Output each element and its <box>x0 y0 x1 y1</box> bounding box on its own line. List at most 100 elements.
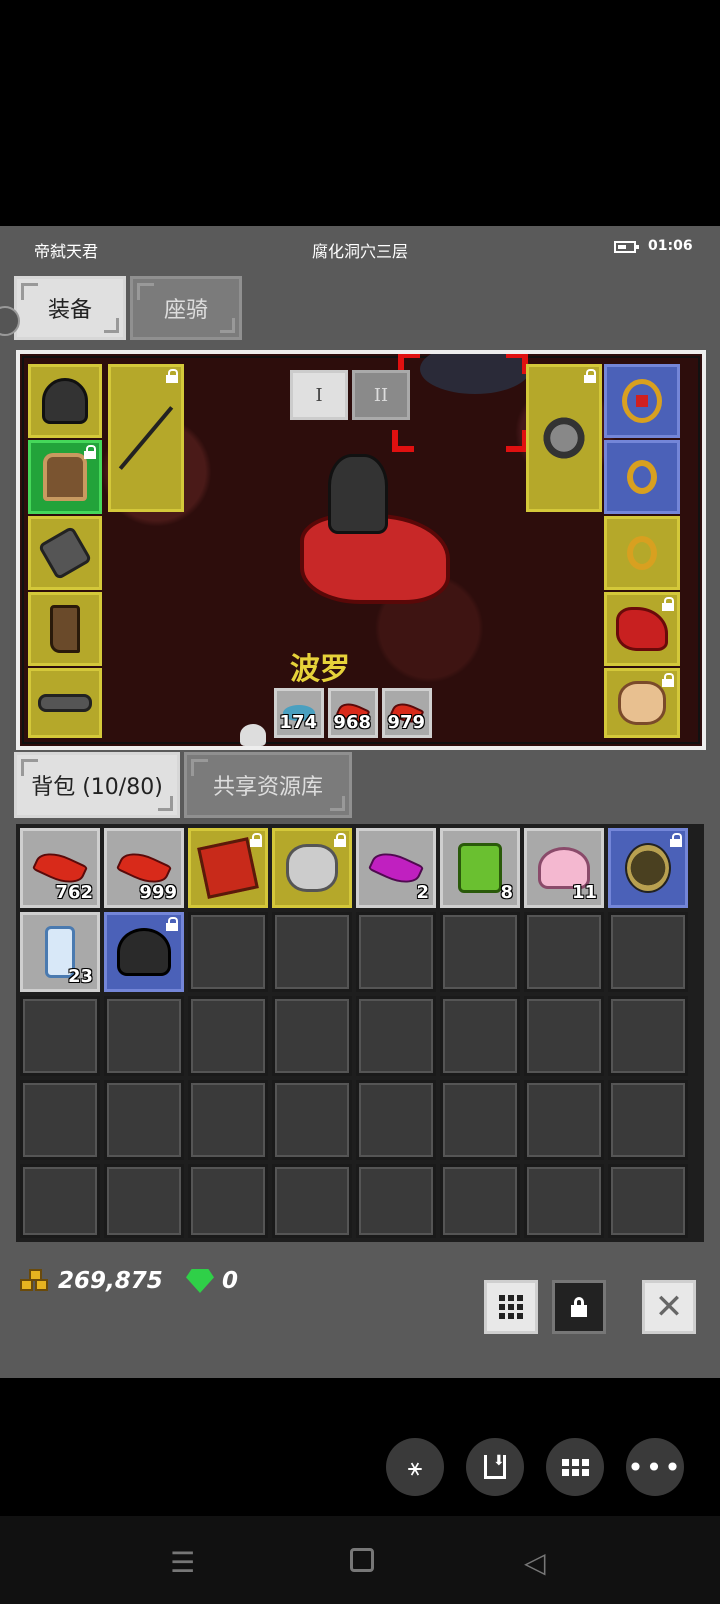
inventory-slot-empty[interactable] <box>356 996 436 1076</box>
quick-item-count: 174 <box>279 712 317 733</box>
dragon-mount-icon <box>616 607 668 651</box>
inventory-slot-empty[interactable] <box>440 912 520 992</box>
inventory-slot[interactable] <box>608 828 688 908</box>
character-name: 波罗 <box>290 652 350 687</box>
lock-icon <box>334 833 346 847</box>
tab-equipment[interactable]: 装备 <box>14 276 126 340</box>
equipment-page-2-button[interactable]: II <box>352 370 410 420</box>
inventory-slot-empty[interactable] <box>608 996 688 1076</box>
tab-mount[interactable]: 座骑 <box>130 276 242 340</box>
inventory-slot-empty[interactable] <box>104 1164 184 1238</box>
inventory-slot[interactable] <box>272 828 352 908</box>
ring-slot-1[interactable] <box>604 440 680 514</box>
inventory-slot-empty[interactable] <box>524 912 604 992</box>
inventory-slot[interactable]: 23 <box>20 912 100 992</box>
inventory-slot[interactable] <box>104 912 184 992</box>
boots-slot[interactable] <box>28 592 102 666</box>
inventory-slot[interactable]: 762 <box>20 828 100 908</box>
location-name: 腐化洞穴三层 <box>311 242 408 261</box>
inventory-grid: 762 999 2 8 11 23 <box>16 824 704 1242</box>
inventory-slot-empty[interactable] <box>20 996 100 1076</box>
battery-icon <box>614 241 639 253</box>
item-count: 11 <box>571 882 597 903</box>
quick-item-1[interactable]: 174 <box>274 688 324 738</box>
inventory-slot-empty[interactable] <box>20 1080 100 1160</box>
inventory-slot-empty[interactable] <box>524 1164 604 1238</box>
inventory-slot-empty[interactable] <box>272 996 352 1076</box>
cat-pet-icon <box>286 844 338 892</box>
offhand-slot[interactable] <box>526 364 602 512</box>
floating-grid-button[interactable] <box>546 1438 604 1496</box>
inventory-slot[interactable]: 2 <box>356 828 436 908</box>
lock-items-button[interactable] <box>552 1280 606 1334</box>
padlock-icon <box>571 1297 587 1317</box>
inventory-slot-empty[interactable] <box>524 996 604 1076</box>
inventory-slot-empty[interactable] <box>524 1080 604 1160</box>
inventory-slot-empty[interactable] <box>440 1164 520 1238</box>
inventory-slot[interactable]: 11 <box>524 828 604 908</box>
inventory-slot-empty[interactable] <box>356 1164 436 1238</box>
ring-slot-2[interactable] <box>604 516 680 590</box>
belt-slot[interactable] <box>28 668 102 738</box>
inventory-slot-empty[interactable] <box>20 1164 100 1238</box>
status-bar: 帝弑天君 腐化洞穴三层 01:06 <box>0 226 720 270</box>
inventory-slot-empty[interactable] <box>188 996 268 1076</box>
floating-spark-button[interactable]: ⚹ <box>386 1438 444 1496</box>
item-count: 999 <box>139 882 177 903</box>
item-count: 762 <box>55 882 93 903</box>
tab-shared-label: 共享资源库 <box>212 775 323 800</box>
green-gift-icon <box>458 843 502 893</box>
target-marker <box>506 430 528 452</box>
tab-backpack[interactable]: 背包 (10/80) <box>14 752 180 818</box>
more-dots-icon: ••• <box>627 1450 683 1484</box>
inventory-slot-empty[interactable] <box>188 1164 268 1238</box>
armor-slot[interactable] <box>28 440 102 514</box>
quick-item-count: 979 <box>387 712 425 733</box>
inventory-slot[interactable]: 8 <box>440 828 520 908</box>
inventory-slot-empty[interactable] <box>188 1080 268 1160</box>
mount-slot[interactable] <box>604 592 680 666</box>
inventory-slot-empty[interactable] <box>608 1080 688 1160</box>
inventory-slot-empty[interactable] <box>188 912 268 992</box>
equipment-page-1-button[interactable]: I <box>290 370 348 420</box>
inventory-slot-empty[interactable] <box>356 912 436 992</box>
inventory-slot-empty[interactable] <box>272 1080 352 1160</box>
inventory-slot[interactable] <box>188 828 268 908</box>
target-marker <box>392 430 414 452</box>
item-count: 2 <box>416 882 429 903</box>
round-shield-icon <box>625 843 671 893</box>
amulet-slot[interactable] <box>604 364 680 438</box>
tab-shared-storage[interactable]: 共享资源库 <box>184 752 352 818</box>
ring-icon <box>627 460 657 494</box>
close-button[interactable]: ✕ <box>642 1280 696 1334</box>
quick-item-3[interactable]: 979 <box>382 688 432 738</box>
floating-more-button[interactable]: ••• <box>626 1438 684 1496</box>
floating-download-button[interactable]: ⬇ <box>466 1438 524 1496</box>
helmet-slot[interactable] <box>28 364 102 438</box>
inventory-slot-empty[interactable] <box>104 1080 184 1160</box>
inventory-slot-empty[interactable] <box>608 1164 688 1238</box>
home-icon[interactable] <box>350 1548 374 1572</box>
tab-backpack-label: 背包 (10/80) <box>31 775 163 800</box>
inventory-slot[interactable]: 999 <box>104 828 184 908</box>
back-icon[interactable]: ◁ <box>524 1546 546 1579</box>
emerald-icon <box>186 1269 214 1293</box>
quick-item-2[interactable]: 968 <box>328 688 378 738</box>
gauntlet-icon <box>37 525 93 581</box>
gloves-slot[interactable] <box>28 516 102 590</box>
inventory-slot-empty[interactable] <box>356 1080 436 1160</box>
weapon-slot[interactable] <box>108 364 184 512</box>
inventory-slot-empty[interactable] <box>440 996 520 1076</box>
lock-icon <box>250 833 262 847</box>
inventory-slot-empty[interactable] <box>440 1080 520 1160</box>
game-window: 帝弑天君 腐化洞穴三层 01:06 装备 座骑 I II 波罗 174 968 … <box>0 226 720 1378</box>
grid-view-button[interactable] <box>484 1280 538 1334</box>
pet-slot[interactable] <box>604 668 680 738</box>
inventory-slot-empty[interactable] <box>272 1164 352 1238</box>
inventory-slot-empty[interactable] <box>104 996 184 1076</box>
menu-icon[interactable]: ☰ <box>170 1546 195 1579</box>
inventory-slot-empty[interactable] <box>272 912 352 992</box>
lock-icon <box>166 369 178 383</box>
quick-item-count: 968 <box>333 712 371 733</box>
inventory-slot-empty[interactable] <box>608 912 688 992</box>
